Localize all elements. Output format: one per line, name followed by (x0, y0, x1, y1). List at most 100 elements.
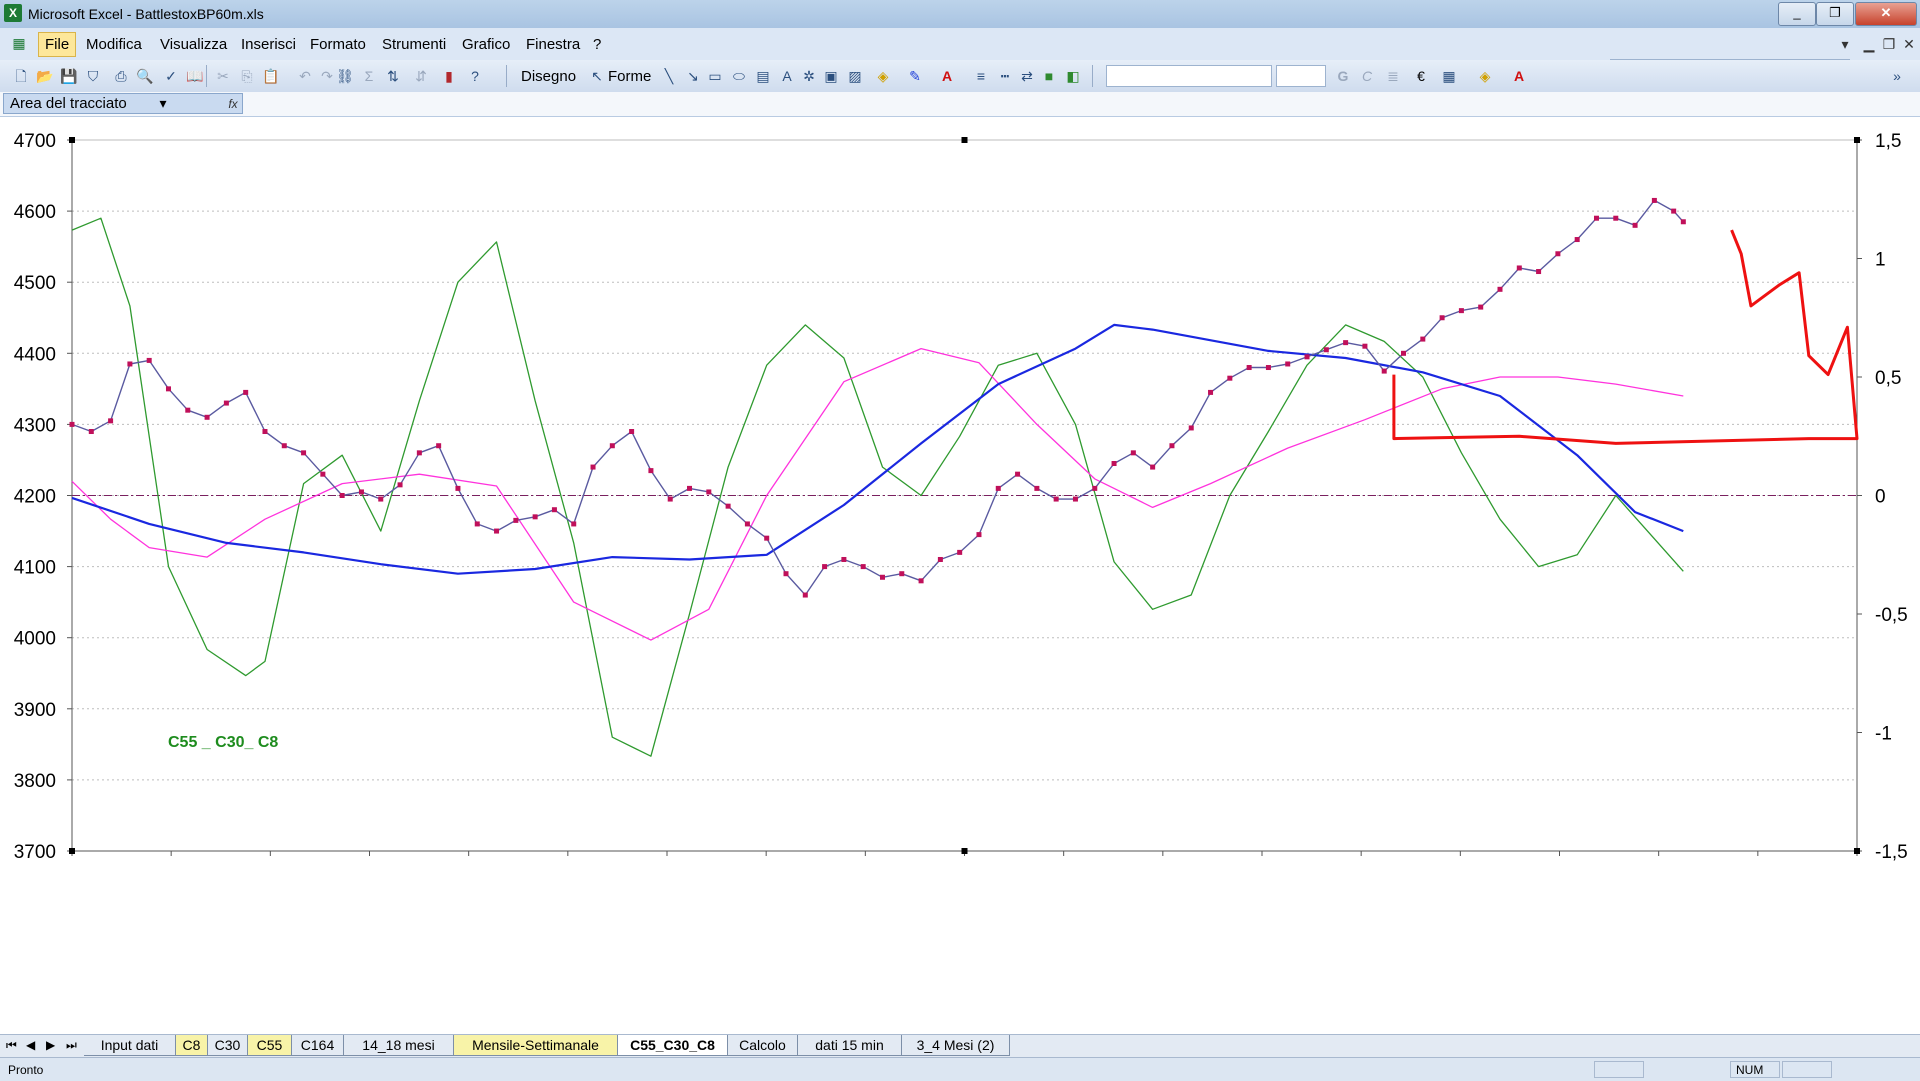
menu-modifica[interactable]: Modifica (86, 36, 142, 53)
wordart-icon[interactable]: A (778, 67, 796, 85)
font-color-icon[interactable]: A (938, 67, 956, 85)
close-button[interactable]: ✕ (1855, 2, 1917, 26)
forme-menu[interactable]: Forme (608, 68, 651, 85)
line-chart[interactable]: 4700 4600 4500 4400 4300 4200 4100 4000 3900 3800… (0, 117, 1920, 1034)
permission-icon[interactable]: ⛉ (84, 67, 102, 85)
tab-c55-c30-c8[interactable]: C55_C30_C8 (618, 1035, 728, 1056)
line-tool-icon[interactable]: ╲ (660, 67, 678, 85)
align-icon[interactable]: ≣ (1384, 67, 1402, 85)
diagram-icon[interactable]: ✲ (800, 67, 818, 85)
shadow-style-icon[interactable]: ■ (1040, 67, 1058, 85)
price-marker (667, 496, 673, 502)
close-workbook-button[interactable]: ✕ (1900, 35, 1918, 53)
fx-icon[interactable]: fx (224, 95, 242, 113)
borders-icon[interactable]: ▦ (1440, 67, 1458, 85)
menu-bar: ▦ File Modifica Visualizza Inserisci For… (0, 28, 1920, 83)
tab-3-4-mesi-2[interactable]: 3_4 Mesi (2) (902, 1035, 1010, 1056)
restore-button[interactable]: ❐ (1816, 2, 1854, 26)
price-marker (1478, 304, 1484, 310)
print-preview-icon[interactable]: 🔍 (136, 67, 154, 85)
toolbar-options-icon[interactable]: » (1888, 67, 1906, 85)
undo-icon[interactable]: ↶ (296, 67, 314, 85)
restore-workbook-icon[interactable]: ❐ (1880, 35, 1898, 53)
font-size-combo[interactable] (1276, 65, 1326, 87)
tab-c30[interactable]: C30 (208, 1035, 248, 1056)
last-sheet-icon[interactable]: ⏭ (66, 1038, 77, 1053)
tab-c164[interactable]: C164 (292, 1035, 344, 1056)
menu-formato[interactable]: Formato (310, 36, 366, 53)
menu-grafico[interactable]: Grafico (462, 36, 510, 53)
line-style-icon[interactable]: ≡ (972, 67, 990, 85)
disegno-menu[interactable]: Disegno (521, 68, 576, 85)
redo-icon[interactable]: ↷ (318, 67, 336, 85)
clipart-icon[interactable]: ▣ (822, 67, 840, 85)
tab-14-18-mesi[interactable]: 14_18 mesi (344, 1035, 454, 1056)
price-marker (1680, 219, 1686, 225)
currency-icon[interactable]: € (1412, 67, 1430, 85)
text-color-icon[interactable]: A (1510, 67, 1528, 85)
tab-c55[interactable]: C55 (248, 1035, 292, 1056)
price-marker (416, 450, 422, 456)
combo-dropdown-icon[interactable]: ▾ (154, 94, 172, 112)
menu-file[interactable]: File (38, 32, 77, 57)
textbox-tool-icon[interactable]: ▤ (754, 67, 772, 85)
help-icon[interactable]: ? (466, 67, 484, 85)
next-sheet-icon[interactable]: ▶ (46, 1038, 55, 1052)
copy-icon[interactable]: ⎘ (238, 67, 256, 85)
price-marker (1651, 197, 1657, 203)
prev-sheet-icon[interactable]: ◀ (26, 1038, 35, 1052)
sort-ascending-icon[interactable]: ⇅ (384, 67, 402, 85)
font-name-combo[interactable] (1106, 65, 1272, 87)
price-marker (108, 418, 114, 424)
menu-strumenti[interactable]: Strumenti (382, 36, 446, 53)
arrow-tool-icon[interactable]: ↘ (684, 67, 702, 85)
italic-icon[interactable]: C (1358, 67, 1376, 85)
print-icon[interactable]: ⎙ (112, 67, 130, 85)
tab-c8[interactable]: C8 (176, 1035, 208, 1056)
fill-color-icon[interactable]: ◈ (874, 67, 892, 85)
tab-input-dati[interactable]: Input dati (84, 1035, 176, 1056)
save-icon[interactable]: 💾 (60, 67, 78, 85)
chart-sheet[interactable]: 4700 4600 4500 4400 4300 4200 4100 4000 3900 3800… (0, 117, 1920, 1034)
3d-style-icon[interactable]: ◧ (1064, 67, 1082, 85)
chart-wizard-icon[interactable]: ▮ (440, 67, 458, 85)
price-marker (1053, 496, 1059, 502)
picture-icon[interactable]: ▨ (846, 67, 864, 85)
y-left-tick-label: 4500 (14, 273, 56, 294)
status-empty-cell (1594, 1061, 1644, 1078)
open-folder-icon[interactable]: 📂 (36, 67, 54, 85)
workbook-icon[interactable]: ▦ (10, 34, 28, 52)
rectangle-tool-icon[interactable]: ▭ (706, 67, 724, 85)
first-sheet-icon[interactable]: ⏮ (6, 1038, 17, 1053)
hyperlink-icon[interactable]: ⛓ (336, 67, 354, 85)
line-color-icon[interactable]: ✎ (906, 67, 924, 85)
excel-app-icon[interactable]: X (4, 4, 22, 22)
dash-style-icon[interactable]: ┅ (996, 67, 1014, 85)
cut-icon[interactable]: ✂ (214, 67, 232, 85)
tab-mensile-settimanale[interactable]: Mensile-Settimanale (454, 1035, 618, 1056)
price-marker (1034, 485, 1040, 491)
spelling-icon[interactable]: ✓ (162, 67, 180, 85)
tab-dati-15-min[interactable]: dati 15 min (798, 1035, 902, 1056)
chart-objects-combo[interactable]: Area del tracciato (3, 93, 243, 114)
highlight-color-icon[interactable]: ◈ (1476, 67, 1494, 85)
bold-icon[interactable]: G (1334, 67, 1352, 85)
minimize-workbook-icon[interactable]: ▁ (1860, 35, 1878, 53)
chevron-down-icon[interactable]: ▾ (1836, 35, 1854, 53)
minimize-button[interactable]: _ (1778, 2, 1816, 26)
arrow-style-icon[interactable]: ⇄ (1018, 67, 1036, 85)
tab-calcolo[interactable]: Calcolo (728, 1035, 798, 1056)
autosum-icon[interactable]: Σ (360, 67, 378, 85)
menu-finestra[interactable]: Finestra (526, 36, 580, 53)
research-icon[interactable]: 📖 (186, 67, 204, 85)
price-marker (918, 578, 924, 584)
paste-icon[interactable]: 📋 (262, 67, 280, 85)
new-document-icon[interactable]: 🗋 (12, 67, 30, 85)
oval-tool-icon[interactable]: ⬭ (730, 67, 748, 85)
price-marker (1304, 354, 1310, 360)
select-objects-icon[interactable]: ↖ (588, 67, 606, 85)
menu-visualizza[interactable]: Visualizza (160, 36, 227, 53)
menu-help[interactable]: ? (593, 36, 601, 53)
sort-descending-icon[interactable]: ⇵ (412, 67, 430, 85)
menu-inserisci[interactable]: Inserisci (241, 36, 296, 53)
